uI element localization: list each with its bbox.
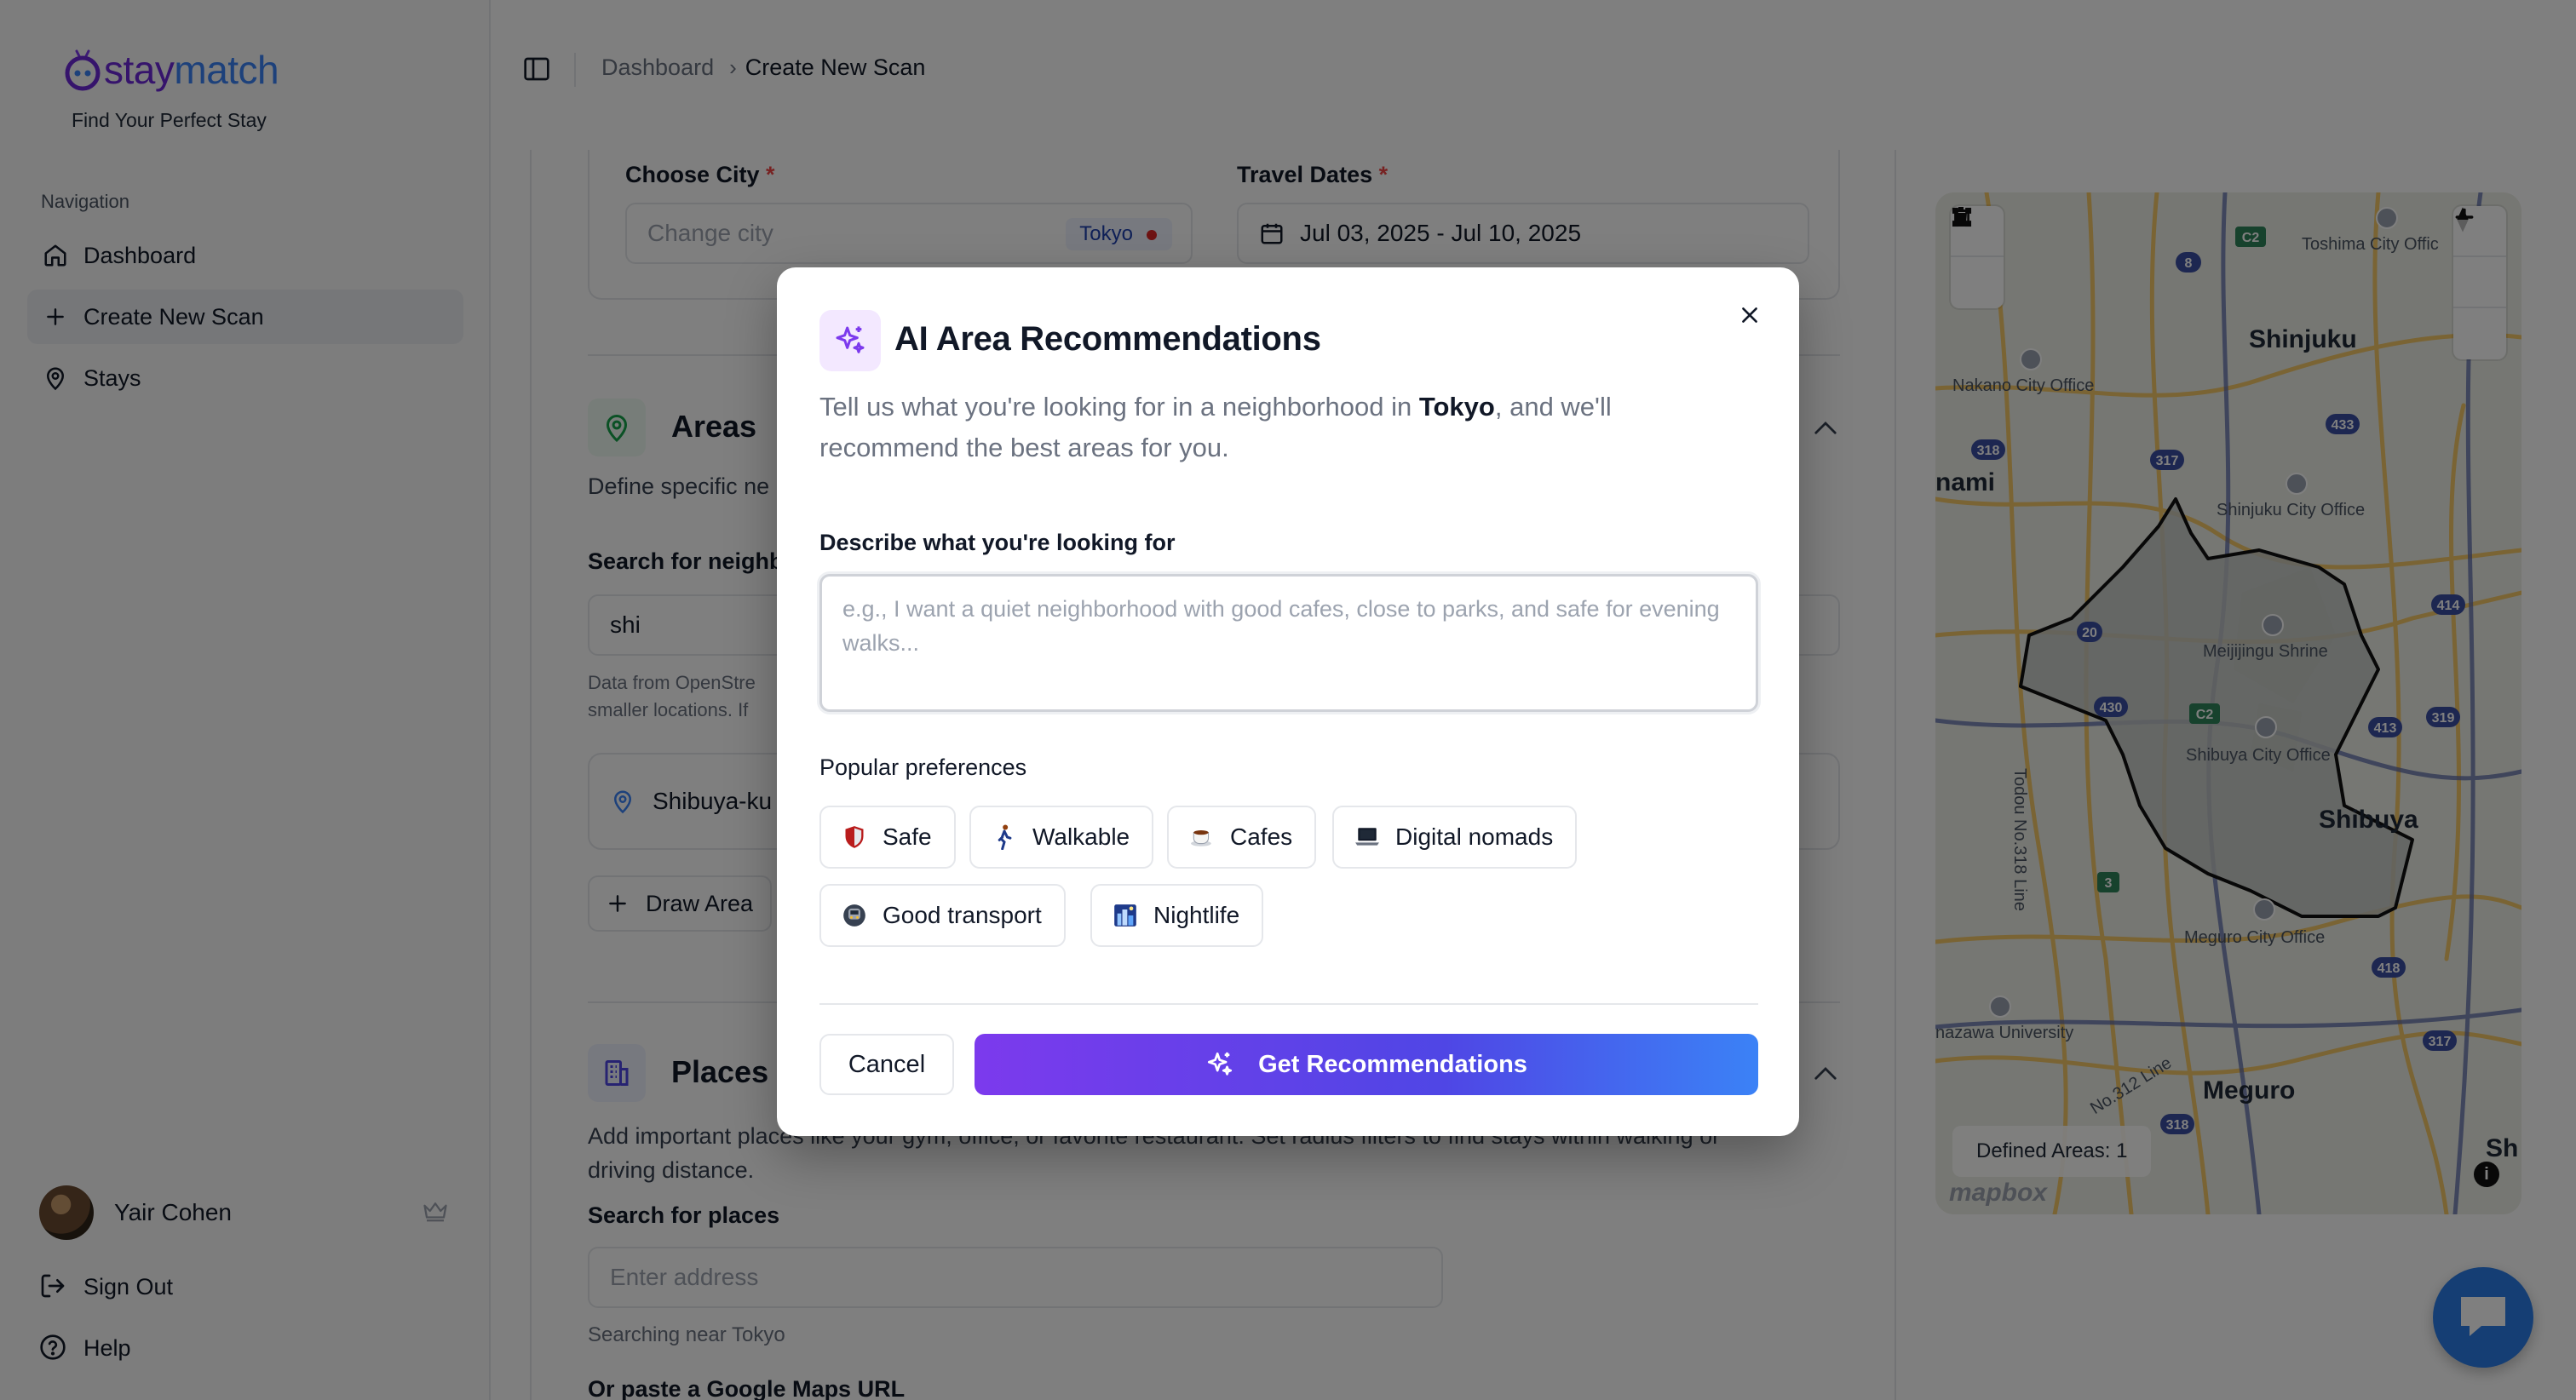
- laptop-icon: [1354, 824, 1380, 850]
- sparkles-icon: [1205, 1050, 1234, 1079]
- night-city-icon: [1113, 903, 1138, 928]
- preference-chip-walkable[interactable]: Walkable: [969, 806, 1154, 869]
- preference-description-textarea[interactable]: [819, 574, 1758, 712]
- popular-preferences-label: Popular preferences: [819, 755, 1027, 780]
- sparkles-icon: [819, 310, 881, 371]
- cancel-button[interactable]: Cancel: [819, 1034, 954, 1095]
- modal-footer-divider: [819, 1003, 1758, 1005]
- preference-chip-cafes[interactable]: Cafes: [1167, 806, 1317, 869]
- get-recommendations-label: Get Recommendations: [1258, 1050, 1527, 1078]
- description-label: Describe what you're looking for: [819, 530, 1176, 555]
- preference-chip-good-transport[interactable]: Good transport: [819, 884, 1066, 947]
- get-recommendations-button[interactable]: Get Recommendations: [975, 1034, 1758, 1095]
- coffee-icon: [1189, 824, 1215, 850]
- preference-chip-nightlife[interactable]: Nightlife: [1090, 884, 1264, 947]
- ai-recommendations-modal: AI Area Recommendations Tell us what you…: [777, 267, 1799, 1136]
- shield-icon: [842, 824, 867, 850]
- walking-person-icon: [992, 824, 1017, 850]
- preference-chip-digital-nomads[interactable]: Digital nomads: [1332, 806, 1578, 869]
- preference-chip-safe[interactable]: Safe: [819, 806, 956, 869]
- modal-description: Tell us what you're looking for in a nei…: [819, 392, 1612, 462]
- modal-title: AI Area Recommendations: [894, 320, 1321, 358]
- close-icon[interactable]: [1733, 298, 1767, 332]
- metro-icon: [842, 903, 867, 928]
